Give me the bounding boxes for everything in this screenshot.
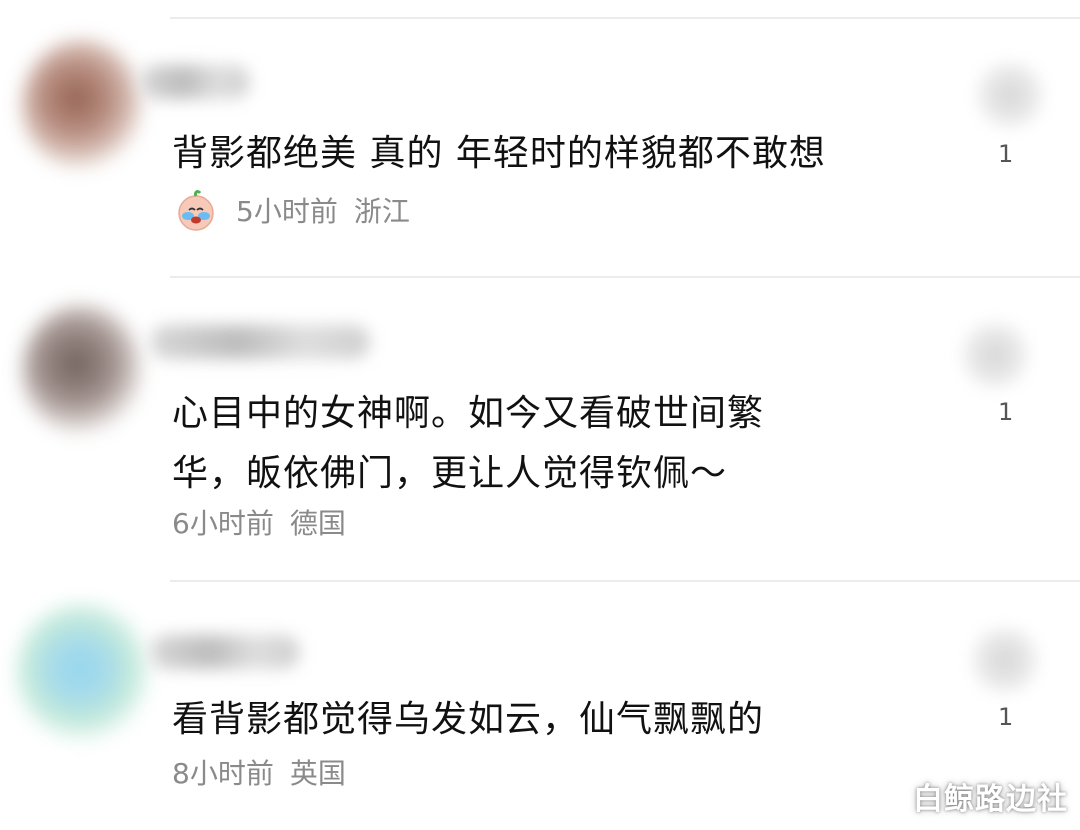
user-avatar-blurred[interactable]: [22, 40, 142, 170]
comment-meta: 5小时前 浙江: [172, 186, 410, 234]
comment-meta: 6小时前 德国: [172, 502, 346, 542]
crying-baby-sticker-icon: [172, 186, 220, 234]
comment-location: 德国: [289, 507, 346, 540]
username-blurred[interactable]: [150, 635, 300, 669]
comment-text-line: 心目中的女神啊。如今又看破世间繁: [172, 393, 765, 434]
comment-text-line: 看背影都觉得乌发如云，仙气飘飘的: [172, 699, 765, 740]
divider: [170, 276, 1080, 278]
like-icon[interactable]: [955, 320, 1035, 390]
comment-text: 背影都绝美 真的 年轻时的样貌都不敢想: [172, 124, 826, 184]
comment-time: 5小时前: [236, 195, 338, 228]
divider: [170, 17, 1080, 19]
comment-text-line: 背影都绝美 真的 年轻时的样貌都不敢想: [172, 133, 826, 174]
divider: [170, 580, 1080, 582]
comment-text-line: 华，皈依佛门，更让人觉得钦佩～: [172, 453, 728, 494]
comment-location: 浙江: [353, 195, 410, 228]
like-icon[interactable]: [965, 625, 1045, 695]
comment-location: 英国: [289, 757, 346, 790]
comment-text: 心目中的女神啊。如今又看破世间繁 华，皈依佛门，更让人觉得钦佩～: [172, 384, 764, 504]
username-blurred[interactable]: [140, 65, 250, 99]
user-avatar-blurred[interactable]: [22, 305, 142, 435]
comment-meta: 8小时前 英国: [172, 752, 346, 792]
like-count: 1: [998, 140, 1014, 168]
user-avatar-blurred[interactable]: [15, 602, 150, 742]
comment-text: 看背影都觉得乌发如云，仙气飘飘的: [172, 690, 764, 750]
like-count: 1: [998, 703, 1014, 731]
comment-list-page: 1 背影都绝美 真的 年轻时的样貌都不敢想 5小时前 浙江 1 心目中的女神啊。…: [0, 0, 1080, 830]
like-icon[interactable]: [970, 60, 1050, 130]
comment-time: 8小时前: [172, 757, 274, 790]
watermark: 白鲸路边社: [913, 782, 1068, 817]
like-count: 1: [998, 398, 1014, 426]
username-blurred[interactable]: [150, 325, 370, 359]
comment-time: 6小时前: [172, 507, 274, 540]
